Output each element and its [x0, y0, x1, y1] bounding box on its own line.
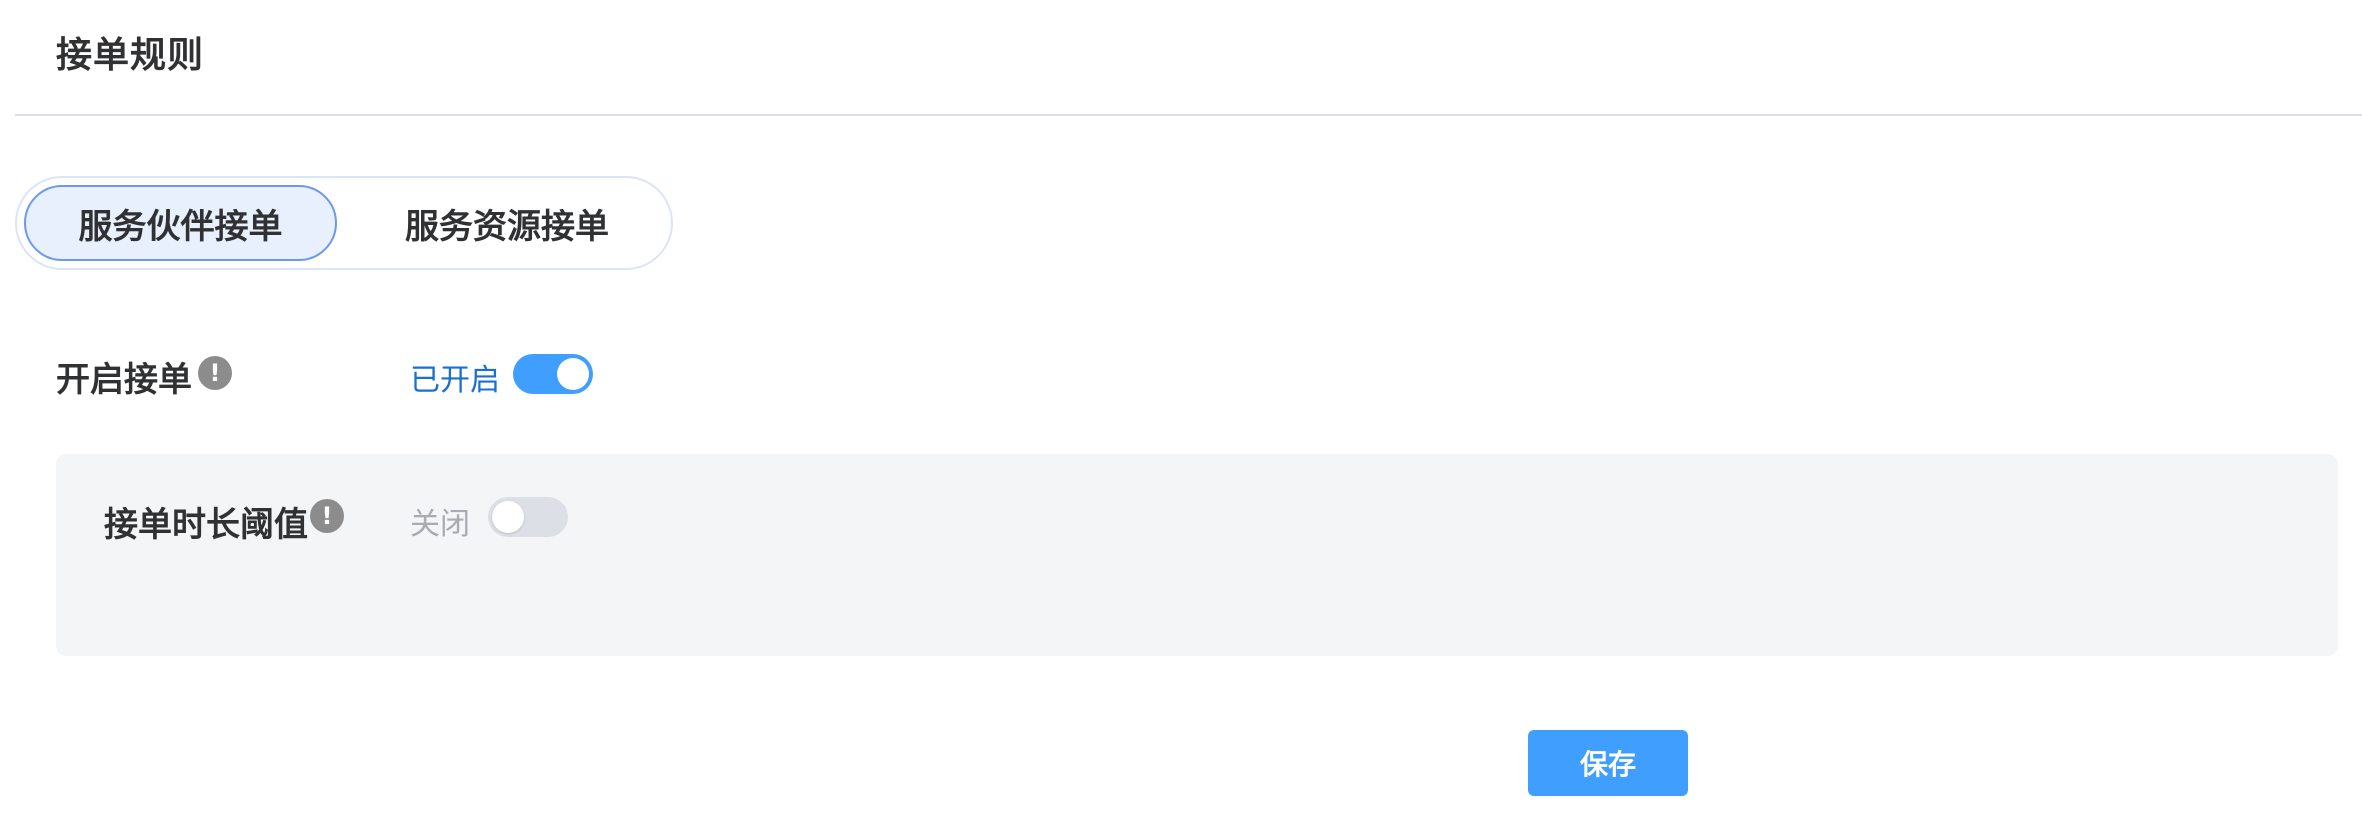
order-switch-label: 开启接单 — [56, 360, 192, 400]
receiving-rules-page: 接单规则 服务伙伴接单 服务资源接单 开启接单 ! 已开启 接单时长阈值 ! 关… — [0, 0, 2362, 816]
duration-threshold-status: 关闭 — [410, 507, 470, 542]
switch-knob — [492, 501, 524, 533]
switch-knob — [557, 358, 589, 390]
duration-threshold-toggle[interactable] — [488, 497, 568, 537]
page-title: 接单规则 — [56, 35, 205, 76]
order-switch-status: 已开启 — [410, 363, 500, 398]
order-switch-toggle[interactable] — [513, 354, 593, 394]
title-divider — [15, 114, 2362, 116]
tab-group: 服务伙伴接单 服务资源接单 — [15, 176, 673, 270]
exclamation-circle-icon[interactable]: ! — [310, 499, 344, 533]
exclamation-circle-icon[interactable]: ! — [198, 356, 232, 390]
duration-threshold-label: 接单时长阈值 — [104, 505, 308, 545]
save-button[interactable]: 保存 — [1528, 730, 1688, 796]
tab-service-partner[interactable]: 服务伙伴接单 — [24, 185, 337, 261]
tab-service-resource[interactable]: 服务资源接单 — [349, 185, 665, 261]
threshold-panel — [56, 454, 2338, 656]
